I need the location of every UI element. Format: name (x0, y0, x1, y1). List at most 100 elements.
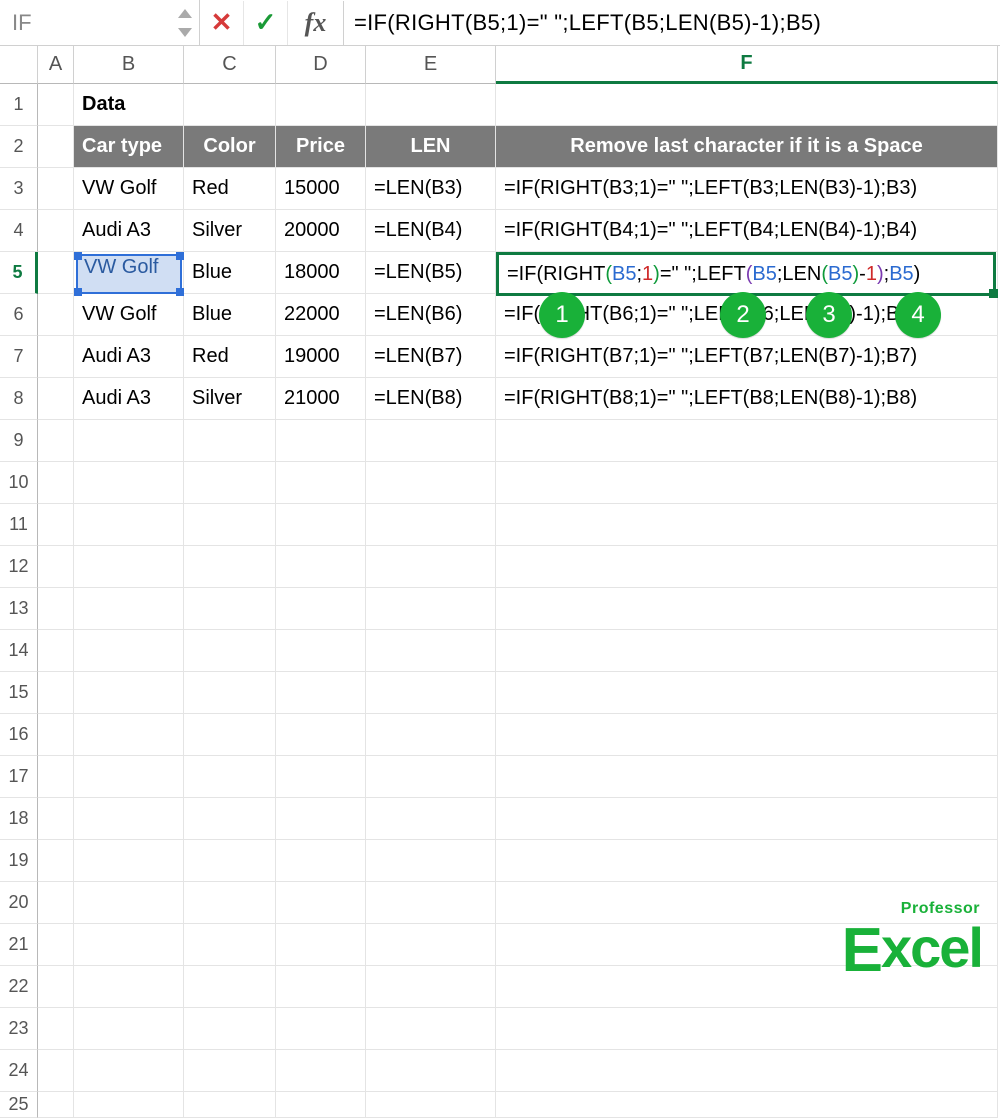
table-header[interactable]: Price (276, 126, 366, 168)
cell[interactable] (74, 798, 184, 840)
cell[interactable] (184, 546, 276, 588)
row-head[interactable]: 1 (0, 84, 38, 126)
cell[interactable] (184, 84, 276, 126)
cell[interactable]: =IF(RIGHT(B8;1)=" ";LEFT(B8;LEN(B8)-1);B… (496, 378, 998, 420)
cell[interactable] (38, 84, 74, 126)
col-head-A[interactable]: A (38, 46, 74, 84)
cell[interactable]: Silver (184, 210, 276, 252)
cell[interactable] (184, 630, 276, 672)
cell[interactable] (276, 1050, 366, 1092)
cell[interactable]: 20000 (276, 210, 366, 252)
cell[interactable] (496, 714, 998, 756)
cell[interactable] (38, 966, 74, 1008)
name-box-stepper[interactable] (171, 1, 199, 45)
cell[interactable] (276, 504, 366, 546)
cell[interactable]: VW Golf (74, 168, 184, 210)
cell[interactable] (496, 504, 998, 546)
row-head[interactable]: 18 (0, 798, 38, 840)
row-head[interactable]: 11 (0, 504, 38, 546)
cell[interactable] (276, 798, 366, 840)
col-head-D[interactable]: D (276, 46, 366, 84)
cell[interactable]: =LEN(B7) (366, 336, 496, 378)
col-head-C[interactable]: C (184, 46, 276, 84)
row-head[interactable]: 4 (0, 210, 38, 252)
cell[interactable] (184, 966, 276, 1008)
cell[interactable] (74, 966, 184, 1008)
cell[interactable] (184, 840, 276, 882)
cell[interactable] (184, 420, 276, 462)
cell[interactable]: Audi A3 (74, 210, 184, 252)
cell-editor[interactable]: =IF(RIGHT(B5;1)=" ";LEFT(B5;LEN(B5)-1);B… (496, 252, 996, 296)
row-head[interactable]: 21 (0, 924, 38, 966)
cell[interactable] (276, 462, 366, 504)
cell[interactable] (74, 420, 184, 462)
row-head[interactable]: 8 (0, 378, 38, 420)
cell[interactable] (74, 756, 184, 798)
cell[interactable] (366, 798, 496, 840)
cell[interactable] (184, 924, 276, 966)
cell[interactable] (38, 630, 74, 672)
cell[interactable] (366, 672, 496, 714)
row-head[interactable]: 10 (0, 462, 38, 504)
cell[interactable]: =IF(RIGHT(B7;1)=" ";LEFT(B7;LEN(B7)-1);B… (496, 336, 998, 378)
row-head[interactable]: 16 (0, 714, 38, 756)
cell[interactable]: Silver (184, 378, 276, 420)
cell[interactable] (184, 1008, 276, 1050)
cell[interactable] (184, 756, 276, 798)
row-head[interactable]: 24 (0, 1050, 38, 1092)
cell[interactable]: Red (184, 168, 276, 210)
cell[interactable]: =IF(RIGHT(B3;1)=" ";LEFT(B3;LEN(B3)-1);B… (496, 168, 998, 210)
row-head[interactable]: 13 (0, 588, 38, 630)
cell[interactable] (38, 294, 74, 336)
cell[interactable] (366, 420, 496, 462)
name-box-text[interactable]: IF (0, 10, 171, 36)
cell[interactable] (38, 756, 74, 798)
cell[interactable] (276, 924, 366, 966)
cell[interactable] (38, 672, 74, 714)
cell[interactable] (38, 336, 74, 378)
cell[interactable] (366, 588, 496, 630)
cell[interactable] (496, 840, 998, 882)
cell[interactable] (184, 1092, 276, 1118)
cell[interactable] (366, 924, 496, 966)
row-head[interactable]: 5 (0, 252, 38, 294)
cell[interactable] (38, 798, 74, 840)
cell[interactable] (184, 462, 276, 504)
cell[interactable] (366, 1050, 496, 1092)
cell[interactable]: 22000 (276, 294, 366, 336)
cell[interactable] (74, 714, 184, 756)
cell[interactable] (74, 882, 184, 924)
cell[interactable] (366, 84, 496, 126)
cell[interactable] (276, 1008, 366, 1050)
cell[interactable] (366, 840, 496, 882)
row-head[interactable]: 3 (0, 168, 38, 210)
row-head[interactable]: 14 (0, 630, 38, 672)
cell[interactable] (184, 798, 276, 840)
cell[interactable] (276, 588, 366, 630)
cell[interactable]: =LEN(B3) (366, 168, 496, 210)
cell[interactable]: Blue (184, 252, 276, 294)
cell[interactable] (366, 1008, 496, 1050)
cell[interactable] (74, 1092, 184, 1118)
row-head[interactable]: 12 (0, 546, 38, 588)
cell[interactable]: =LEN(B5) (366, 252, 496, 294)
cell[interactable]: VW Golf (74, 294, 184, 336)
row-head[interactable]: 2 (0, 126, 38, 168)
cell[interactable] (38, 882, 74, 924)
cell[interactable] (276, 420, 366, 462)
select-all-corner[interactable] (0, 46, 38, 84)
cell[interactable] (276, 840, 366, 882)
table-header[interactable]: Color (184, 126, 276, 168)
cell[interactable] (38, 546, 74, 588)
row-head[interactable]: 7 (0, 336, 38, 378)
cell[interactable] (496, 420, 998, 462)
cell[interactable] (496, 630, 998, 672)
cell[interactable] (38, 924, 74, 966)
cell[interactable] (184, 504, 276, 546)
row-head[interactable]: 15 (0, 672, 38, 714)
cell[interactable] (276, 630, 366, 672)
col-head-E[interactable]: E (366, 46, 496, 84)
cell[interactable] (276, 756, 366, 798)
cell[interactable] (74, 462, 184, 504)
cell[interactable] (366, 882, 496, 924)
